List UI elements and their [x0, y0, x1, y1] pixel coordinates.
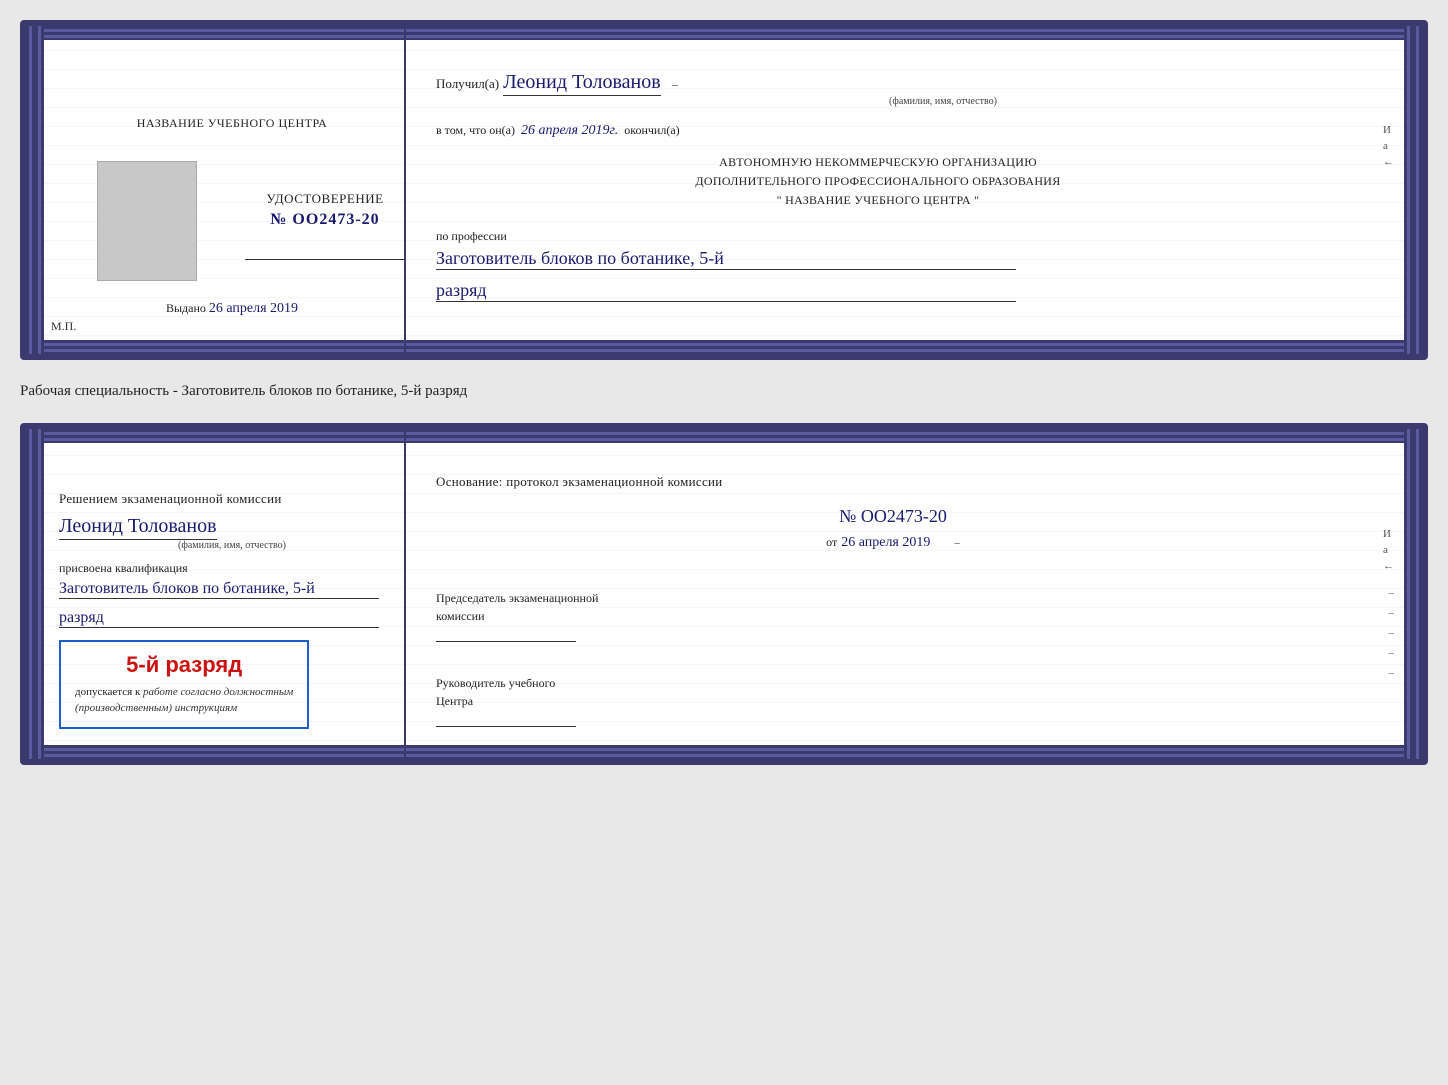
certificate-card-2: Решением экзаменационной комиссии Леонид… — [20, 423, 1428, 765]
right-panel-2: И а ← Основание: протокол экзаменационно… — [406, 429, 1422, 759]
received-line: Получил(а) Леонид Толованов – — [436, 71, 1360, 94]
rank-text-2: разряд — [59, 609, 379, 628]
name-subtitle-1: (фамилия, имя, отчество) — [526, 96, 1360, 107]
school-name-top: НАЗВАНИЕ УЧЕБНОГО ЦЕНТРА — [59, 116, 405, 131]
stamp-admission: допускается к работе согласно должностны… — [75, 684, 293, 717]
side-letters-1: И а ← — [1383, 124, 1394, 168]
certifies-line: в том, что он(а) 26 апреля 2019г. окончи… — [436, 123, 1360, 139]
cert-number-1: № OO2473-20 — [245, 211, 405, 229]
stamp-admission-text: работе согласно должностным — [143, 686, 293, 698]
chairman-signature — [436, 641, 576, 642]
rank-text-1: разряд — [436, 280, 1016, 302]
org-line2: ДОПОЛНИТЕЛЬНОГО ПРОФЕССИОНАЛЬНОГО ОБРАЗО… — [436, 172, 1320, 191]
certificate-card-1: НАЗВАНИЕ УЧЕБНОГО ЦЕНТРА УДОСТОВЕРЕНИЕ №… — [20, 20, 1428, 360]
right-panel-1: И а ← Получил(а) Леонид Толованов – (фам… — [406, 26, 1422, 354]
from-date-line: от 26 апреля 2019 – — [436, 535, 1350, 551]
side-letter-a-2: а — [1383, 544, 1394, 556]
stamp-admission-prefix: допускается к — [75, 686, 140, 698]
dash-marks: – – – – – — [1389, 587, 1395, 679]
left-side-strip-2 — [26, 429, 44, 759]
left-side-strip-1 — [26, 26, 44, 354]
photo-placeholder — [97, 161, 197, 281]
certifies-label: в том, что он(а) — [436, 123, 515, 138]
stamp-box: 5-й разряд допускается к работе согласно… — [59, 640, 309, 729]
issued-line-1: Выдано 26 апреля 2019 — [59, 301, 405, 317]
org-line3: " НАЗВАНИЕ УЧЕБНОГО ЦЕНТРА " — [436, 191, 1320, 210]
mp-label-1: М.П. — [51, 319, 76, 334]
basis-label: Основание: протокол экзаменационной коми… — [436, 474, 1350, 490]
chairman-label: Председатель экзаменационной комиссии — [436, 571, 1350, 625]
qualification-label: присвоена квалификация — [59, 561, 405, 576]
left-panel-1: НАЗВАНИЕ УЧЕБНОГО ЦЕНТРА УДОСТОВЕРЕНИЕ №… — [26, 26, 406, 354]
issued-date: 26 апреля 2019 — [209, 301, 298, 316]
decision-label: Решением экзаменационной комиссии — [59, 489, 405, 509]
protocol-number: № OO2473-20 — [436, 506, 1350, 527]
cert-title-1: УДОСТОВЕРЕНИЕ — [245, 191, 405, 207]
page-wrapper: НАЗВАНИЕ УЧЕБНОГО ЦЕНТРА УДОСТОВЕРЕНИЕ №… — [20, 20, 1428, 765]
side-letter-a: а — [1383, 140, 1394, 152]
org-line1: АВТОНОМНУЮ НЕКОММЕРЧЕСКУЮ ОРГАНИЗАЦИЮ — [436, 153, 1320, 172]
org-block-1: АВТОНОМНУЮ НЕКОММЕРЧЕСКУЮ ОРГАНИЗАЦИЮ ДО… — [436, 153, 1320, 211]
received-label: Получил(а) — [436, 76, 499, 92]
right-side-strip-2 — [1404, 429, 1422, 759]
profession-text-2: Заготовитель блоков по ботанике, 5-й — [59, 580, 379, 599]
specialty-text: Рабочая специальность - Заготовитель бло… — [20, 378, 1428, 405]
from-prefix: от — [826, 535, 837, 550]
side-letter-arrow: ← — [1383, 156, 1394, 168]
issued-label: Выдано — [166, 301, 206, 315]
name-subtitle-2: (фамилия, имя, отчество) — [59, 540, 405, 551]
person-name-2: Леонид Толованов — [59, 515, 217, 540]
side-letter-arrow-2: ← — [1383, 560, 1394, 572]
right-side-strip-1 — [1404, 26, 1422, 354]
stamp-rank: 5-й разряд — [75, 652, 293, 678]
head-label: Руководитель учебного Центра — [436, 656, 1350, 710]
side-letter-i: И — [1383, 124, 1394, 136]
profession-label-1: по профессии — [436, 229, 1360, 244]
finished-label: окончил(а) — [624, 123, 679, 138]
stamp-admission-text2: (производственным) инструкциям — [75, 702, 237, 714]
certifies-date: 26 апреля 2019г. — [521, 123, 618, 139]
from-date: 26 апреля 2019 — [841, 535, 930, 551]
side-letter-i-2: И — [1383, 528, 1394, 540]
head-signature — [436, 726, 576, 727]
profession-text-1: Заготовитель блоков по ботанике, 5-й — [436, 248, 1016, 270]
person-name-1: Леонид Толованов — [503, 71, 661, 96]
side-letters-2: И а ← — [1383, 528, 1394, 572]
left-panel-2: Решением экзаменационной комиссии Леонид… — [26, 429, 406, 759]
